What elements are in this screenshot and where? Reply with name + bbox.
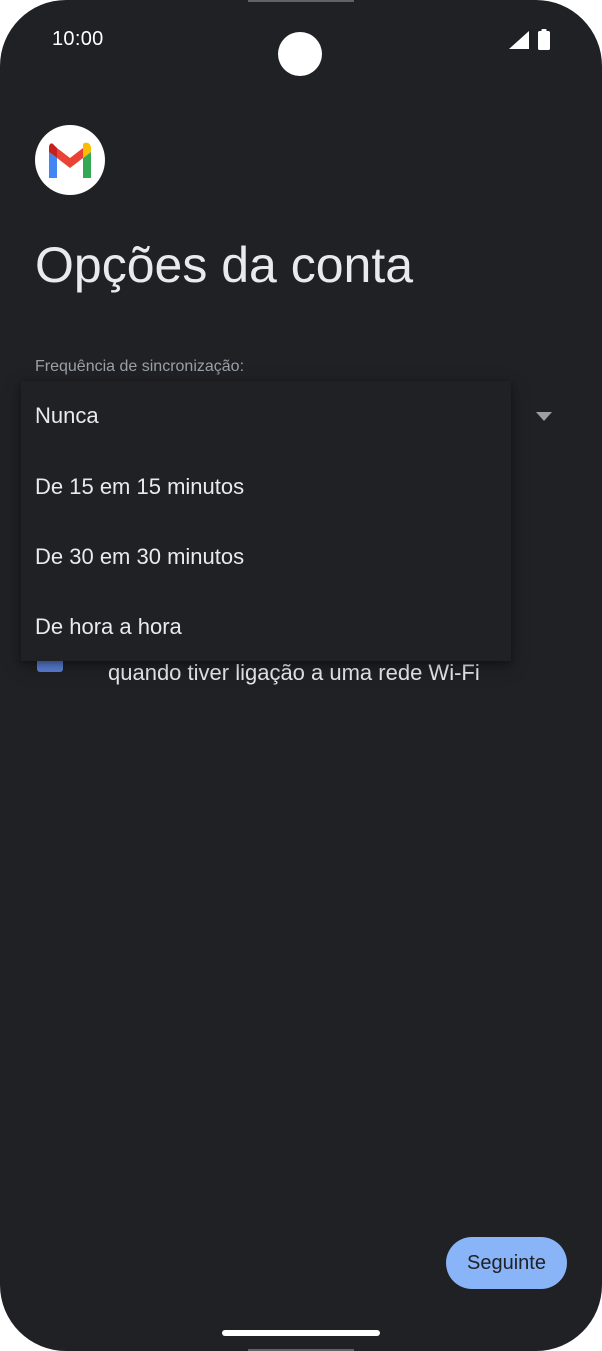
phone-screen: 10:00 Opções da conta Frequência de sinc…: [0, 0, 602, 1351]
dropdown-arrow-icon[interactable]: [536, 412, 552, 421]
wifi-only-label: quando tiver ligação a uma rede Wi-Fi: [108, 660, 480, 685]
camera-cutout: [278, 32, 322, 76]
status-bar: 10:00: [0, 0, 602, 80]
menu-item-30-minutes[interactable]: De 30 em 30 minutos: [35, 544, 244, 570]
sync-frequency-dropdown-menu: Nunca De 15 em 15 minutos De 30 em 30 mi…: [21, 381, 511, 661]
next-button[interactable]: Seguinte: [446, 1237, 567, 1289]
battery-full-icon: [538, 29, 550, 50]
home-indicator[interactable]: [222, 1330, 380, 1336]
gmail-logo-icon: [35, 125, 105, 195]
cellular-signal-icon: [509, 31, 529, 49]
menu-item-15-minutes[interactable]: De 15 em 15 minutos: [35, 474, 244, 500]
page-title: Opções da conta: [35, 237, 414, 293]
sync-frequency-label: Frequência de sincronização:: [35, 358, 245, 375]
status-time: 10:00: [52, 28, 104, 50]
menu-item-never[interactable]: Nunca: [35, 403, 99, 429]
menu-item-hourly[interactable]: De hora a hora: [35, 614, 182, 640]
